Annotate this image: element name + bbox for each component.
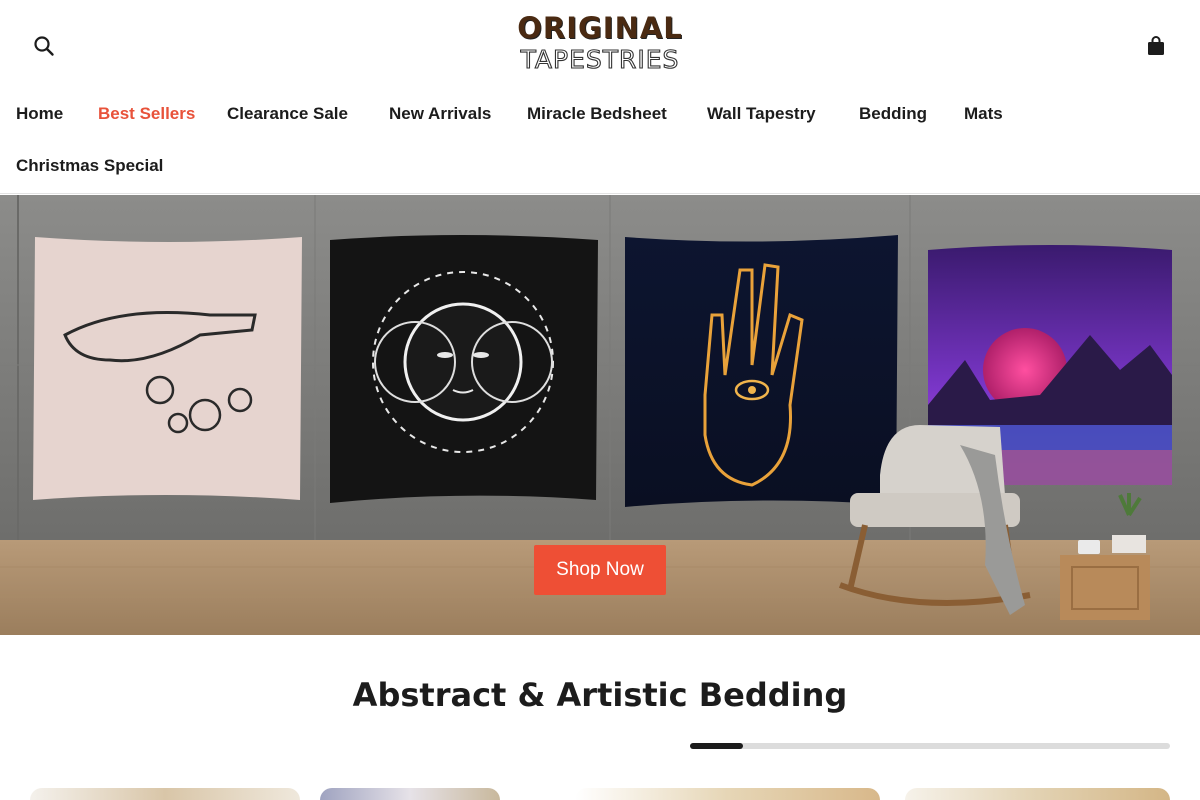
section-title: Abstract & Artistic Bedding <box>352 676 848 714</box>
carousel-scrollbar-thumb[interactable] <box>690 743 743 749</box>
nav-item-clearance-sale[interactable]: Clearance Sale <box>227 90 348 138</box>
shopping-bag-icon <box>1148 36 1164 55</box>
hero-banner[interactable]: Shop Now <box>0 195 1200 635</box>
nav-item-miracle-bedsheet[interactable]: Miracle Bedsheet <box>527 90 667 138</box>
logo-line1: ORIGINAL <box>517 11 683 45</box>
nav-item-christmas-special[interactable]: Christmas Special <box>16 142 163 190</box>
shop-now-button[interactable]: Shop Now <box>534 545 666 595</box>
main-navigation: Home Best Sellers Clearance Sale New Arr… <box>0 90 1200 194</box>
product-carousel <box>0 788 1200 800</box>
site-header: ORIGINAL TAPESTRIES <box>0 0 1200 90</box>
nav-item-bedding[interactable]: Bedding <box>859 90 927 138</box>
logo-line2: TAPESTRIES <box>520 45 680 74</box>
search-button[interactable] <box>32 34 56 58</box>
product-card[interactable] <box>30 788 300 800</box>
site-logo[interactable]: ORIGINAL TAPESTRIES <box>500 10 700 80</box>
product-card[interactable] <box>320 788 500 800</box>
nav-item-wall-tapestry[interactable]: Wall Tapestry <box>707 90 816 138</box>
product-card[interactable] <box>575 788 880 800</box>
product-card[interactable] <box>905 788 1170 800</box>
nav-item-mats[interactable]: Mats <box>964 90 1003 138</box>
carousel-scrollbar[interactable] <box>690 743 1170 749</box>
nav-item-best-sellers[interactable]: Best Sellers <box>98 90 195 138</box>
nav-item-home[interactable]: Home <box>16 90 63 138</box>
nav-item-new-arrivals[interactable]: New Arrivals <box>389 90 491 138</box>
cart-button[interactable] <box>1144 34 1168 58</box>
search-icon <box>34 36 54 56</box>
